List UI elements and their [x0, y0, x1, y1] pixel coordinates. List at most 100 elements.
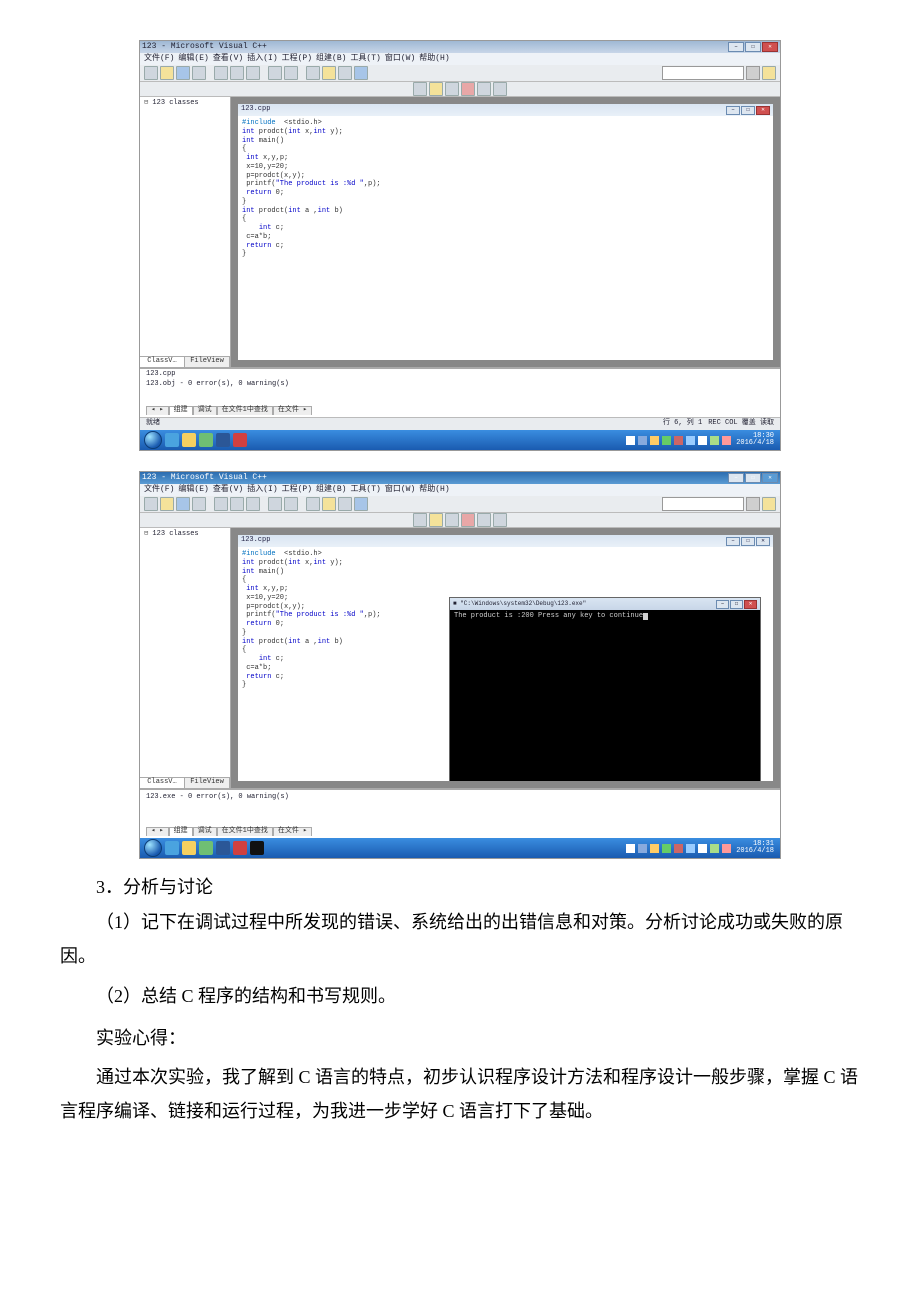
task-explorer-icon[interactable] [182, 433, 196, 447]
tab-find1[interactable]: 在文件1中查找 [217, 827, 273, 836]
code-editor[interactable]: #include <stdio.h> int prodct(int x,int … [238, 116, 773, 360]
task-word-icon[interactable] [216, 841, 230, 855]
menu-edit[interactable]: 编辑(E) [178, 486, 208, 495]
tray-icon[interactable] [698, 844, 707, 853]
start-orb-icon[interactable] [144, 431, 162, 449]
tray-icon[interactable] [710, 436, 719, 445]
tray-icon[interactable] [650, 844, 659, 853]
tray-icon[interactable] [638, 436, 647, 445]
class-tree[interactable]: 123 classes [140, 97, 230, 356]
tree-root[interactable]: 123 classes [144, 530, 199, 538]
search-icon[interactable] [762, 497, 776, 511]
menu-insert[interactable]: 插入(I) [247, 486, 277, 495]
task-console-icon[interactable] [250, 841, 264, 855]
debug-icon[interactable] [477, 513, 491, 527]
menu-help[interactable]: 帮助(H) [419, 55, 449, 64]
taskbar-clock[interactable]: 18:31 2016/4/18 [734, 841, 776, 855]
tab-classview[interactable]: ClassV… [140, 357, 185, 367]
editor-close-icon[interactable]: ✕ [756, 537, 770, 546]
tab-fileview[interactable]: FileView [185, 778, 230, 788]
config-dropdown[interactable] [662, 497, 744, 511]
step-icon[interactable] [493, 513, 507, 527]
menu-view[interactable]: 查看(V) [213, 486, 243, 495]
menu-build[interactable]: 组建(B) [316, 55, 346, 64]
task-app1-icon[interactable] [199, 841, 213, 855]
build-icon[interactable] [429, 513, 443, 527]
tray-icon[interactable] [722, 844, 731, 853]
tab-debug[interactable]: 调试 [193, 827, 217, 836]
maximize-button[interactable]: ☐ [745, 42, 761, 52]
undo-icon[interactable] [268, 66, 282, 80]
save-icon[interactable] [176, 66, 190, 80]
redo-icon[interactable] [284, 66, 298, 80]
debug-icon[interactable] [477, 82, 491, 96]
minimize-button[interactable]: – [728, 42, 744, 52]
tab-find2[interactable]: 在文件 ▸ [273, 406, 312, 415]
copy-icon[interactable] [230, 66, 244, 80]
config-dropdown[interactable] [662, 66, 744, 80]
tray-icon[interactable] [710, 844, 719, 853]
settings-icon[interactable] [338, 66, 352, 80]
cut-icon[interactable] [214, 66, 228, 80]
editor-max-icon[interactable]: ☐ [741, 106, 755, 115]
stop-icon[interactable] [445, 82, 459, 96]
minimize-button[interactable]: – [728, 473, 744, 483]
editor-min-icon[interactable]: – [726, 106, 740, 115]
compile-icon[interactable] [413, 513, 427, 527]
editor-min-icon[interactable]: – [726, 537, 740, 546]
find-icon[interactable] [306, 66, 320, 80]
tab-build[interactable]: 组建 [169, 406, 193, 415]
menu-view[interactable]: 查看(V) [213, 55, 243, 64]
tree-root[interactable]: 123 classes [144, 99, 199, 107]
menu-window[interactable]: 窗口(W) [385, 55, 415, 64]
console-close-icon[interactable]: ✕ [744, 600, 757, 609]
tray-icon[interactable] [686, 844, 695, 853]
step-icon[interactable] [493, 82, 507, 96]
menu-edit[interactable]: 编辑(E) [178, 55, 208, 64]
bookmark-icon[interactable] [322, 66, 336, 80]
tab-fileview[interactable]: FileView [185, 357, 230, 367]
help-icon[interactable] [354, 497, 368, 511]
task-app2-icon[interactable] [233, 433, 247, 447]
open-icon[interactable] [160, 66, 174, 80]
tray-icon[interactable] [626, 844, 635, 853]
maximize-button[interactable]: ☐ [745, 473, 761, 483]
paste-icon[interactable] [246, 66, 260, 80]
bookmark-icon[interactable] [322, 497, 336, 511]
tab-find1[interactable]: 在文件1中查找 [217, 406, 273, 415]
menu-project[interactable]: 工程(P) [282, 55, 312, 64]
editor-max-icon[interactable]: ☐ [741, 537, 755, 546]
close-button[interactable]: ✕ [762, 42, 778, 52]
undo-icon[interactable] [268, 497, 282, 511]
task-app2-icon[interactable] [233, 841, 247, 855]
menu-project[interactable]: 工程(P) [282, 486, 312, 495]
menu-window[interactable]: 窗口(W) [385, 486, 415, 495]
new-icon[interactable] [144, 66, 158, 80]
find-icon[interactable] [306, 497, 320, 511]
menu-insert[interactable]: 插入(I) [247, 55, 277, 64]
menu-tools[interactable]: 工具(T) [350, 55, 380, 64]
paste-icon[interactable] [246, 497, 260, 511]
tray-icon[interactable] [662, 844, 671, 853]
menu-file[interactable]: 文件(F) [144, 55, 174, 64]
saveall-icon[interactable] [192, 66, 206, 80]
class-tree[interactable]: 123 classes [140, 528, 230, 777]
dropdown-arrow-icon[interactable] [746, 497, 760, 511]
tab-build[interactable]: 组建 [169, 827, 193, 836]
close-button[interactable]: ✕ [762, 473, 778, 483]
tray-icon[interactable] [722, 436, 731, 445]
tray-icon[interactable] [674, 844, 683, 853]
task-explorer-icon[interactable] [182, 841, 196, 855]
task-app1-icon[interactable] [199, 433, 213, 447]
run-icon[interactable] [461, 513, 475, 527]
stop-icon[interactable] [445, 513, 459, 527]
tray-icon[interactable] [674, 436, 683, 445]
new-icon[interactable] [144, 497, 158, 511]
run-icon[interactable] [461, 82, 475, 96]
code-editor[interactable]: #include <stdio.h> int prodct(int x,int … [238, 547, 773, 781]
open-icon[interactable] [160, 497, 174, 511]
saveall-icon[interactable] [192, 497, 206, 511]
menu-build[interactable]: 组建(B) [316, 486, 346, 495]
tray-icon[interactable] [698, 436, 707, 445]
tab-find2[interactable]: 在文件 ▸ [273, 827, 312, 836]
